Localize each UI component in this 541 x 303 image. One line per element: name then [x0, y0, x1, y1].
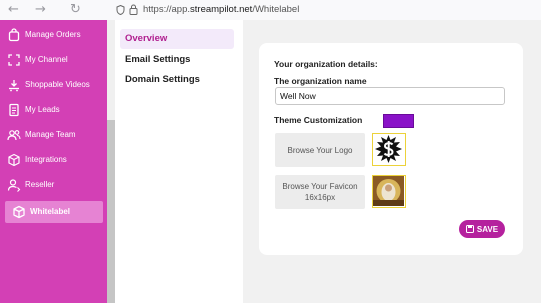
whitelabel-cube-icon — [13, 205, 25, 219]
sidebar-item-shoppable-videos[interactable]: Shoppable Videos — [0, 74, 107, 96]
leads-document-icon — [9, 103, 19, 117]
save-floppy-icon — [465, 225, 474, 233]
team-icon — [7, 130, 21, 141]
channel-frame-icon — [8, 54, 20, 66]
browser-toolbar: ← → ↻ https://app.streampilot.net/Whitel… — [0, 0, 541, 21]
address-bar[interactable]: https://app.streampilot.net/Whitelabel — [143, 4, 299, 16]
sidebar-item-whitelabel[interactable]: Whitelabel — [5, 201, 103, 223]
shield-icon[interactable] — [116, 5, 125, 15]
save-label: SAVE — [476, 224, 499, 234]
section-title: Your organization details: — [274, 59, 378, 69]
sidebar: Manage Orders My Channel Shoppable Video… — [0, 20, 107, 303]
sidebar-item-label: My Leads — [25, 105, 60, 114]
sidebar-item-label: Shoppable Videos — [25, 80, 90, 89]
video-cart-icon — [9, 80, 19, 92]
subnav-item-email-settings[interactable]: Email Settings — [120, 50, 234, 70]
browse-logo-button[interactable]: Browse Your Logo — [275, 133, 365, 167]
sidebar-item-integrations[interactable]: Integrations — [0, 149, 107, 171]
browse-favicon-size: 16x16px — [304, 193, 336, 202]
dollar-sign-icon — [375, 135, 402, 163]
sidebar-item-label: Reseller — [25, 180, 55, 189]
url-scheme: https://app. — [143, 4, 191, 15]
browse-favicon-button[interactable]: Browse Your Favicon 16x16px — [275, 175, 365, 209]
scrollbar-thumb[interactable] — [107, 120, 115, 303]
favicon-preview — [372, 175, 406, 208]
refresh-icon[interactable]: ↻ — [70, 2, 81, 18]
organization-card: Your organization details: The organizat… — [259, 43, 523, 255]
lock-icon[interactable] — [129, 4, 138, 15]
browse-favicon-label: Browse Your Favicon — [282, 182, 358, 191]
bag-icon — [8, 28, 20, 42]
subnav-item-overview[interactable]: Overview — [120, 29, 234, 49]
org-name-label: The organization name — [274, 76, 367, 86]
sidebar-item-my-leads[interactable]: My Leads — [0, 99, 107, 121]
logo-preview — [372, 133, 406, 166]
sidebar-item-manage-team[interactable]: Manage Team — [0, 124, 107, 146]
sidebar-item-label: My Channel — [25, 55, 68, 64]
favicon-photo-icon — [373, 176, 404, 206]
settings-subnav: Overview Email Settings Domain Settings — [115, 20, 243, 303]
sidebar-item-label: Whitelabel — [30, 207, 71, 216]
org-name-input[interactable] — [275, 87, 505, 105]
reseller-user-icon — [7, 179, 21, 192]
sidebar-item-label: Integrations — [25, 155, 67, 164]
save-button[interactable]: SAVE — [459, 220, 505, 238]
url-path: /Whitelabel — [252, 4, 300, 15]
theme-label: Theme Customization — [274, 115, 363, 125]
sidebar-item-my-channel[interactable]: My Channel — [0, 49, 107, 71]
cube-icon — [8, 153, 20, 167]
sidebar-item-label: Manage Orders — [25, 30, 81, 39]
theme-color-swatch[interactable] — [383, 114, 414, 128]
subnav-item-domain-settings[interactable]: Domain Settings — [120, 70, 234, 90]
forward-arrow-icon[interactable]: → — [35, 2, 46, 18]
sidebar-scrollbar[interactable] — [107, 20, 115, 303]
back-arrow-icon[interactable]: ← — [8, 2, 19, 18]
sidebar-item-label: Manage Team — [25, 130, 76, 139]
main-content: Your organization details: The organizat… — [243, 20, 541, 303]
url-domain: streampilot.net — [190, 4, 253, 15]
sidebar-item-manage-orders[interactable]: Manage Orders — [0, 24, 107, 46]
sidebar-item-reseller[interactable]: Reseller — [0, 174, 107, 196]
